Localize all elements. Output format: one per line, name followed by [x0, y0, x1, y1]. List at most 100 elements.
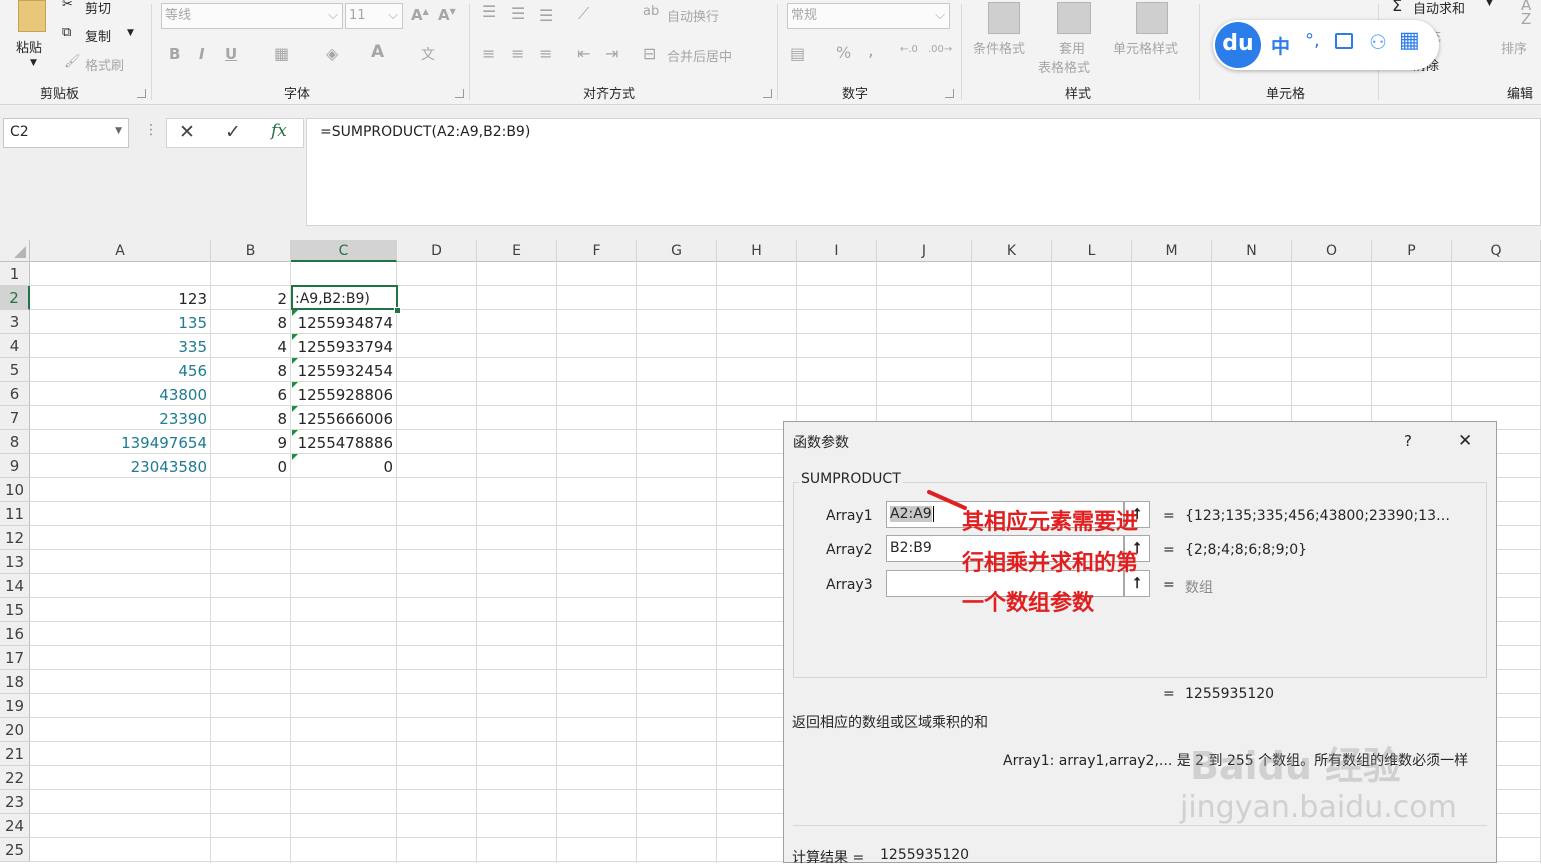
align-top-icon[interactable]: ☰: [482, 2, 496, 21]
cell-c8[interactable]: 1255478886: [291, 430, 397, 454]
border-icon[interactable]: ▦: [274, 44, 289, 63]
column-header-n[interactable]: N: [1212, 240, 1292, 262]
toolbox-icon[interactable]: [1335, 33, 1353, 49]
row-header-2[interactable]: 2: [0, 286, 30, 310]
cell-b9[interactable]: 0: [211, 454, 291, 478]
italic-button[interactable]: I: [199, 45, 205, 63]
font-size-select[interactable]: 11 ⌵: [345, 3, 403, 29]
column-header-d[interactable]: D: [397, 240, 477, 262]
column-header-l[interactable]: L: [1052, 240, 1132, 262]
fill-color-icon[interactable]: ◈: [326, 44, 338, 63]
number-launcher-icon[interactable]: [945, 89, 954, 98]
row-header-16[interactable]: 16: [0, 622, 30, 646]
wrap-text-icon[interactable]: ab: [643, 4, 659, 19]
insert-function-icon[interactable]: fx: [271, 121, 287, 141]
row-header-15[interactable]: 15: [0, 598, 30, 622]
row-header-21[interactable]: 21: [0, 742, 30, 766]
row-header-7[interactable]: 7: [0, 406, 30, 430]
sort-icon[interactable]: AZ: [1521, 0, 1531, 27]
column-header-b[interactable]: B: [211, 240, 291, 262]
ime-lang-toggle[interactable]: 中: [1271, 32, 1290, 59]
shrink-font-icon[interactable]: A▼: [438, 6, 456, 24]
alignment-launcher-icon[interactable]: [763, 89, 772, 98]
formula-input[interactable]: =SUMPRODUCT(A2:A9,B2:B9): [306, 118, 1541, 226]
cell-c1[interactable]: [291, 262, 397, 286]
grid-menu-icon[interactable]: ▦: [1399, 30, 1420, 52]
row-header-5[interactable]: 5: [0, 358, 30, 382]
align-bottom-icon[interactable]: ☰: [539, 6, 553, 25]
number-format-select[interactable]: 常规 ⌵: [787, 3, 950, 29]
column-header-f[interactable]: F: [557, 240, 637, 262]
paste-icon[interactable]: [18, 0, 46, 32]
fill-handle[interactable]: [394, 307, 401, 314]
punctuation-icon[interactable]: °,: [1305, 30, 1320, 51]
row-header-1[interactable]: 1: [0, 262, 30, 286]
row-header-13[interactable]: 13: [0, 550, 30, 574]
format-table-button[interactable]: 套用: [1059, 38, 1085, 57]
merge-center-icon[interactable]: ⊟: [643, 44, 656, 63]
copy-button[interactable]: 复制: [85, 26, 111, 45]
cell-styles-icon[interactable]: [1136, 2, 1168, 34]
row-header-20[interactable]: 20: [0, 718, 30, 742]
font-name-select[interactable]: 等线 ⌵: [161, 3, 343, 29]
row-header-9[interactable]: 9: [0, 454, 30, 478]
align-right-icon[interactable]: ≡: [539, 44, 552, 63]
cell-a5[interactable]: 456: [30, 358, 211, 382]
merge-center-button[interactable]: 合并后居中: [667, 46, 732, 65]
row-header-14[interactable]: 14: [0, 574, 30, 598]
comma-button[interactable]: ,: [868, 40, 874, 61]
cell-a9[interactable]: 23043580: [30, 454, 211, 478]
column-header-j[interactable]: J: [877, 240, 972, 262]
cell-styles-button[interactable]: 单元格样式: [1113, 38, 1178, 57]
copy-icon[interactable]: ⧉: [62, 25, 71, 40]
cell-a1[interactable]: [30, 262, 211, 286]
format-table-icon[interactable]: [1057, 2, 1091, 34]
cell-c9[interactable]: 0: [291, 454, 397, 478]
column-header-e[interactable]: E: [477, 240, 557, 262]
cell-a2[interactable]: 123: [30, 286, 211, 310]
enter-icon[interactable]: ✓: [225, 121, 241, 143]
format-painter-button[interactable]: 格式刷: [85, 55, 124, 74]
column-header-m[interactable]: M: [1132, 240, 1212, 262]
row-header-19[interactable]: 19: [0, 694, 30, 718]
column-header-o[interactable]: O: [1292, 240, 1372, 262]
cancel-icon[interactable]: ✕: [179, 121, 195, 143]
name-box-dropdown-icon[interactable]: ▼: [115, 126, 122, 136]
wrap-text-button[interactable]: 自动换行: [667, 6, 719, 25]
font-color-icon[interactable]: A: [371, 42, 384, 62]
row-header-12[interactable]: 12: [0, 526, 30, 550]
sort-button[interactable]: 排序: [1501, 38, 1527, 57]
cell-c5[interactable]: 1255932454: [291, 358, 397, 382]
row-header-18[interactable]: 18: [0, 670, 30, 694]
conditional-format-icon[interactable]: [988, 2, 1020, 34]
cell-b7[interactable]: 8: [211, 406, 291, 430]
autosum-dropdown-icon[interactable]: ▼: [1486, 0, 1493, 8]
phonetic-icon[interactable]: 文: [421, 44, 435, 64]
cell-a3[interactable]: 135: [30, 310, 211, 334]
select-all-button[interactable]: [0, 240, 30, 262]
cut-icon[interactable]: ✂: [62, 0, 73, 12]
align-left-icon[interactable]: ≡: [482, 44, 495, 63]
paste-button[interactable]: 粘贴: [16, 37, 42, 56]
format-painter-icon[interactable]: 🖌: [64, 54, 81, 69]
row-header-10[interactable]: 10: [0, 478, 30, 502]
name-box[interactable]: C2 ▼: [3, 118, 129, 148]
increase-indent-icon[interactable]: ⇥: [605, 44, 618, 63]
paste-dropdown-icon[interactable]: ▼: [30, 58, 37, 68]
grow-font-icon[interactable]: A▲: [411, 6, 429, 24]
row-header-25[interactable]: 25: [0, 838, 30, 862]
column-header-a[interactable]: A: [30, 240, 211, 262]
column-header-p[interactable]: P: [1372, 240, 1452, 262]
baidu-ime-toolbar[interactable]: du 中 °, ⚇ ▦: [1213, 20, 1439, 70]
row-header-6[interactable]: 6: [0, 382, 30, 406]
formula-bar-splitter-icon[interactable]: ⋮: [144, 122, 158, 138]
baidu-logo-icon[interactable]: du: [1215, 22, 1261, 68]
cell-b2[interactable]: 2: [211, 286, 291, 310]
conditional-format-button[interactable]: 条件格式: [973, 38, 1025, 57]
row-header-23[interactable]: 23: [0, 790, 30, 814]
row-header-17[interactable]: 17: [0, 646, 30, 670]
align-center-icon[interactable]: ≡: [511, 44, 524, 63]
row-header-4[interactable]: 4: [0, 334, 30, 358]
row-header-22[interactable]: 22: [0, 766, 30, 790]
help-button[interactable]: ?: [1404, 432, 1412, 450]
